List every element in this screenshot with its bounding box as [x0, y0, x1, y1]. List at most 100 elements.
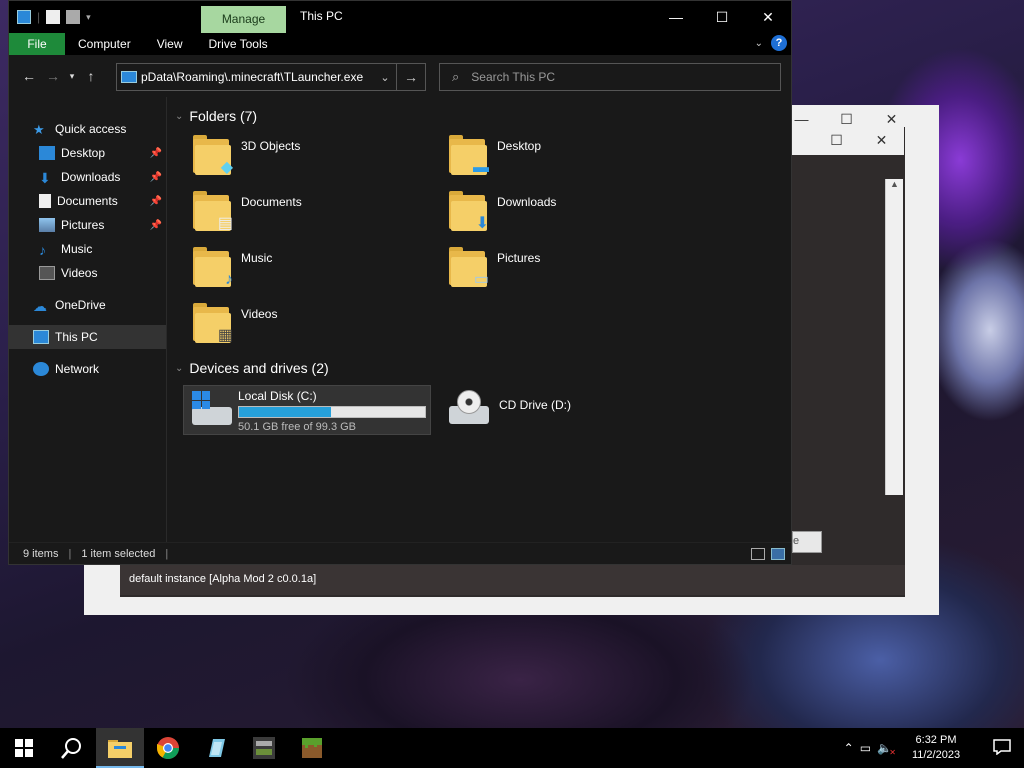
- tab-view[interactable]: View: [144, 33, 196, 55]
- drive-name: Local Disk (C:): [238, 389, 317, 403]
- pin-icon[interactable]: 📌: [150, 196, 162, 207]
- nav-label: This PC: [55, 330, 98, 344]
- properties-icon[interactable]: [46, 10, 61, 24]
- new-folder-icon[interactable]: [66, 10, 81, 24]
- taskbar-app-blue[interactable]: [192, 728, 240, 768]
- nav-label: Music: [61, 242, 93, 256]
- quick-access-toolbar: | ▾: [9, 10, 201, 24]
- network-status-icon[interactable]: ▭: [860, 741, 871, 755]
- notification-icon: [993, 738, 1011, 755]
- chevron-down-icon[interactable]: ⌄: [375, 71, 395, 84]
- nav-network[interactable]: Network: [9, 357, 166, 381]
- folders-section-header[interactable]: ⌄ Folders (7): [175, 103, 783, 129]
- expand-ribbon-icon[interactable]: ⌄: [755, 38, 763, 49]
- folder-item[interactable]: ♪ Music: [193, 245, 449, 293]
- folder-item[interactable]: ⬇ Downloads: [449, 189, 705, 237]
- hard-disk-icon: [188, 389, 232, 429]
- large-icons-view-icon[interactable]: [771, 547, 785, 560]
- windows-logo-icon: [15, 739, 33, 757]
- back-arrow-icon[interactable]: ←: [17, 68, 41, 84]
- navigation-pane[interactable]: ★ Quick access Desktop 📌 ⬇ Downloads 📌 D…: [9, 97, 167, 542]
- nav-item-documents[interactable]: Documents 📌: [9, 189, 166, 213]
- folder-item[interactable]: ▬ Desktop: [449, 133, 705, 181]
- folder-item[interactable]: ◆ 3D Objects: [193, 133, 449, 181]
- recent-locations-icon[interactable]: ▾: [65, 71, 79, 82]
- nav-item-desktop[interactable]: Desktop 📌: [9, 141, 166, 165]
- chevron-up-icon[interactable]: ⌃: [844, 741, 854, 755]
- file-explorer-icon: [108, 740, 132, 758]
- search-icon: [61, 738, 81, 759]
- devices-section-header[interactable]: ⌄ Devices and drives (2): [175, 355, 783, 381]
- content-pane[interactable]: ⌄ Folders (7) ◆ 3D Objects ▬ Desktop ▤ D…: [167, 97, 791, 542]
- nav-label: OneDrive: [55, 298, 106, 312]
- this-pc-icon: [121, 71, 137, 83]
- details-view-icon[interactable]: [751, 547, 765, 560]
- nav-item-videos[interactable]: Videos: [9, 261, 166, 285]
- tab-computer[interactable]: Computer: [65, 33, 144, 55]
- nav-quick-access[interactable]: ★ Quick access: [9, 117, 166, 141]
- volume-muted-icon[interactable]: 🔈 ✕: [877, 741, 896, 757]
- cd-drive-icon: [445, 388, 491, 428]
- pin-icon[interactable]: 📌: [150, 148, 162, 159]
- close-icon[interactable]: ✕: [745, 1, 791, 33]
- nav-item-downloads[interactable]: ⬇ Downloads 📌: [9, 165, 166, 189]
- up-arrow-icon[interactable]: ↑: [79, 68, 103, 84]
- tab-drive-tools[interactable]: Drive Tools: [195, 33, 280, 55]
- nav-label: Quick access: [55, 122, 127, 136]
- drive-d[interactable]: CD Drive (D:): [441, 385, 689, 435]
- chevron-down-icon[interactable]: ⌄: [175, 363, 183, 374]
- folder-item[interactable]: ▭ Pictures: [449, 245, 705, 293]
- maximize-icon[interactable]: ☐: [814, 127, 859, 155]
- taskbar-file-explorer[interactable]: [96, 728, 144, 768]
- pin-icon[interactable]: 📌: [150, 220, 162, 231]
- nav-item-pictures[interactable]: Pictures 📌: [9, 213, 166, 237]
- close-icon[interactable]: ✕: [859, 127, 904, 155]
- scroll-up-icon[interactable]: ▲: [886, 179, 903, 189]
- maximize-icon[interactable]: ☐: [699, 1, 745, 33]
- pin-icon[interactable]: 📌: [150, 172, 162, 183]
- launcher-button[interactable]: e: [792, 531, 822, 553]
- search-box[interactable]: ⌕ Search This PC: [439, 63, 781, 91]
- tab-file[interactable]: File: [9, 33, 65, 55]
- address-bar[interactable]: pData\Roaming\.minecraft\TLauncher.exe ⌄…: [116, 63, 426, 91]
- search-placeholder: Search This PC: [471, 70, 556, 84]
- folder-name: Pictures: [497, 251, 541, 265]
- go-arrow-icon[interactable]: →: [396, 63, 426, 91]
- address-text[interactable]: pData\Roaming\.minecraft\TLauncher.exe: [141, 70, 371, 84]
- taskbar-minecraft-craft[interactable]: [240, 728, 288, 768]
- download-icon: ⬇: [39, 170, 51, 186]
- folder-item[interactable]: ▤ Documents: [193, 189, 449, 237]
- manage-tab[interactable]: Manage: [201, 6, 286, 33]
- nav-item-music[interactable]: ♪ Music: [9, 237, 166, 261]
- folder-item[interactable]: ▦ Videos: [193, 301, 449, 349]
- notifications-button[interactable]: [980, 738, 1024, 758]
- search-button[interactable]: [48, 728, 96, 768]
- taskbar-minecraft[interactable]: [288, 728, 336, 768]
- this-pc-icon: [33, 330, 49, 344]
- customize-qat-icon[interactable]: ▾: [86, 12, 91, 23]
- launcher-scrollbar[interactable]: ▲: [885, 179, 903, 495]
- instance-label[interactable]: default instance [Alpha Mod 2 c0.0.1a]: [120, 565, 905, 595]
- drive-c[interactable]: Local Disk (C:) 50.1 GB free of 99.3 GB: [183, 385, 431, 435]
- chevron-down-icon[interactable]: ⌄: [175, 111, 183, 122]
- nav-onedrive[interactable]: ☁ OneDrive: [9, 293, 166, 317]
- folder-name: Music: [241, 251, 273, 265]
- minimize-icon[interactable]: —: [653, 1, 699, 33]
- star-icon: ★: [33, 122, 45, 137]
- nav-label: Documents: [57, 194, 118, 208]
- nav-this-pc[interactable]: This PC: [9, 325, 166, 349]
- ribbon-tabs: File Computer View Drive Tools ⌄ ?: [9, 33, 791, 55]
- ribbon-right-controls: ⌄ ?: [755, 35, 787, 51]
- window-title: This PC: [300, 9, 343, 23]
- item-count: 9 items: [23, 547, 59, 560]
- clock[interactable]: 6:32 PM 11/2/2023: [898, 733, 974, 763]
- folders-grid: ◆ 3D Objects ▬ Desktop ▤ Documents ⬇ Dow…: [175, 133, 783, 349]
- status-bar: 9 items | 1 item selected |: [9, 542, 791, 564]
- taskbar: ⌃ ▭ 🔈 ✕ 6:32 PM 11/2/2023: [0, 728, 1024, 768]
- start-button[interactable]: [0, 728, 48, 768]
- forward-arrow-icon[interactable]: →: [41, 68, 65, 84]
- help-icon[interactable]: ?: [771, 35, 787, 51]
- taskbar-chrome[interactable]: [144, 728, 192, 768]
- folder-name: Documents: [241, 195, 302, 209]
- file-explorer-window[interactable]: | ▾ Manage This PC — ☐ ✕ File Computer V…: [8, 0, 792, 565]
